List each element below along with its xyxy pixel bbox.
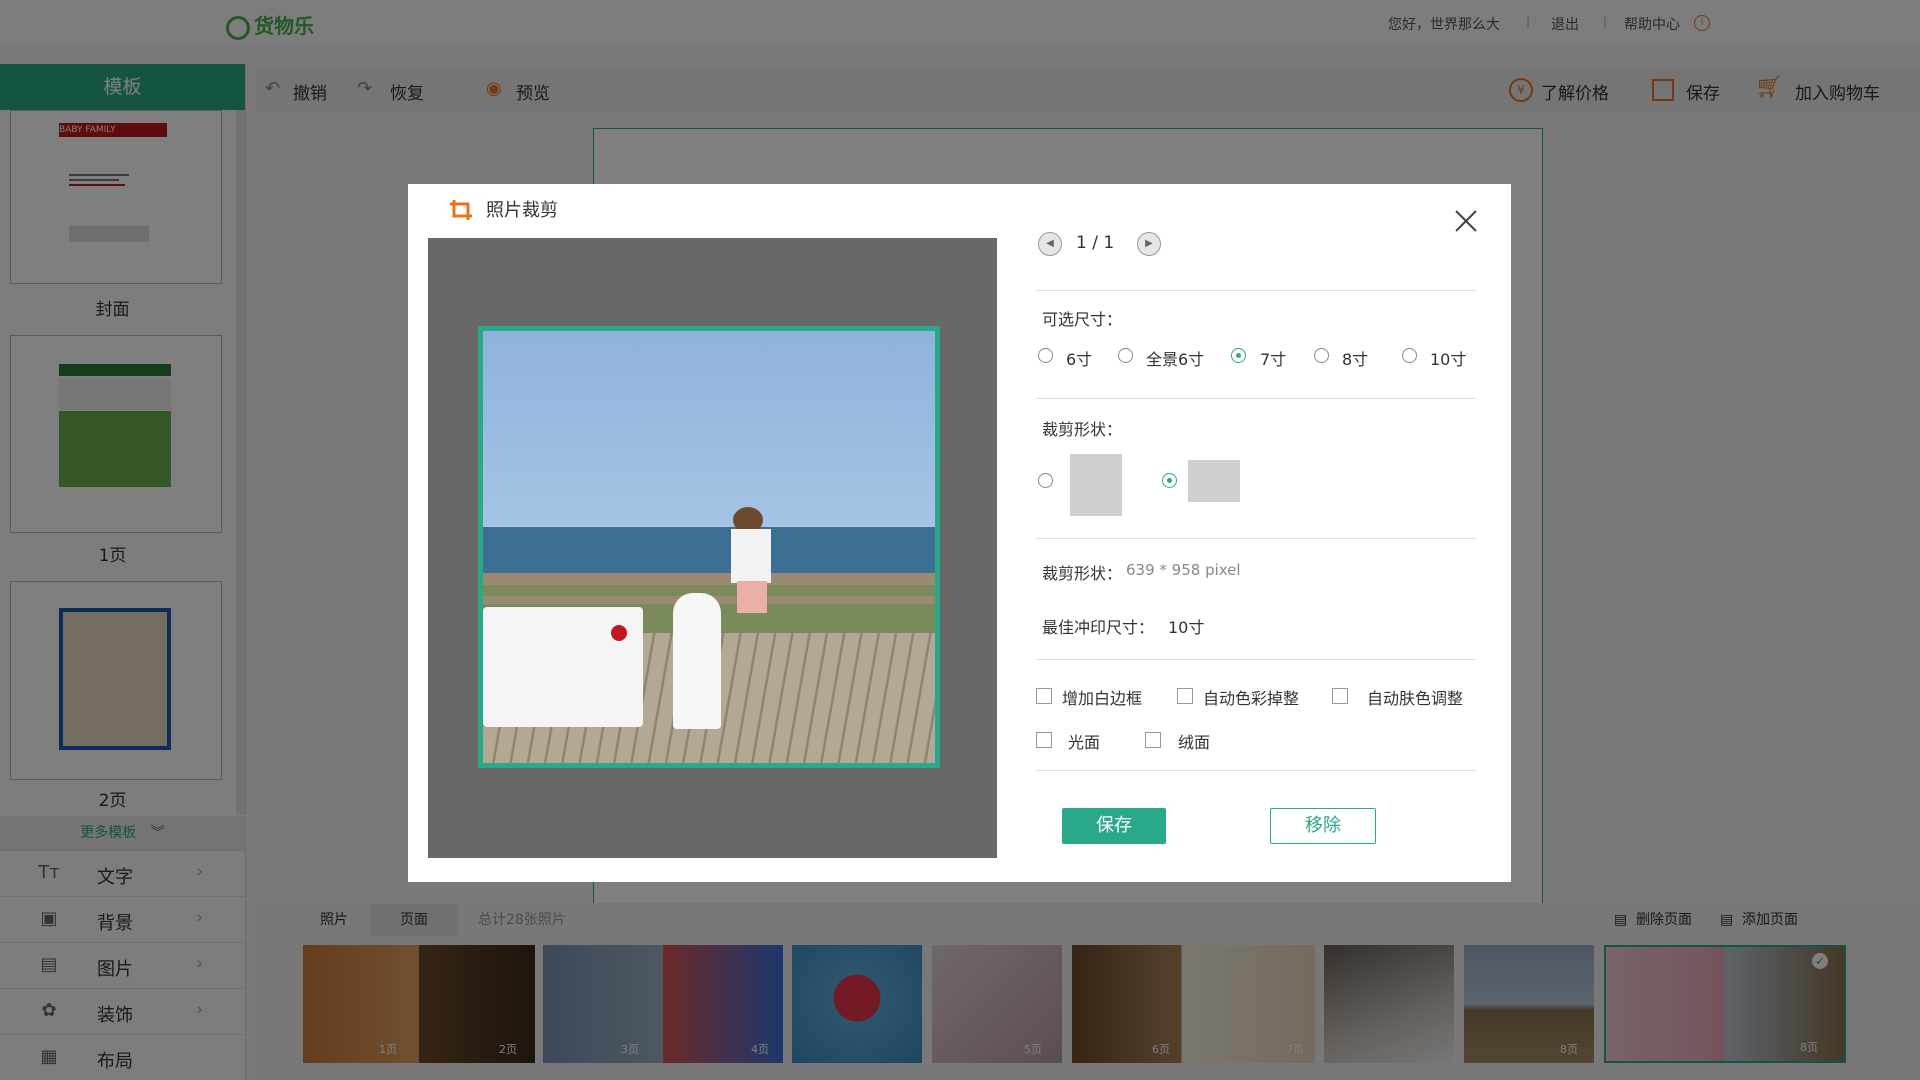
white-border-label[interactable]: 增加白边框	[1062, 685, 1142, 709]
size-radio-10[interactable]	[1402, 348, 1417, 363]
shape-radio-landscape[interactable]	[1162, 473, 1177, 488]
flower	[611, 625, 627, 641]
prev-icon[interactable]: ◀	[1038, 232, 1062, 256]
dialog-title: 照片裁剪	[486, 200, 558, 221]
size-radio-8[interactable]	[1314, 348, 1329, 363]
divider	[1036, 659, 1476, 660]
auto-skin-checkbox[interactable]	[1332, 688, 1348, 704]
crop-info-value: 639 * 958 pixel	[1126, 561, 1241, 579]
rail-top	[483, 573, 935, 585]
shape-portrait[interactable]	[1070, 454, 1122, 516]
child-pants	[737, 581, 767, 613]
close-icon[interactable]	[1451, 206, 1481, 236]
pager-text: 1 / 1	[1076, 233, 1115, 253]
crop-preview-area	[428, 238, 997, 858]
matte-checkbox[interactable]	[1145, 732, 1161, 748]
size-label: 可选尺寸：	[1042, 310, 1123, 329]
size-option-10[interactable]: 10寸	[1430, 346, 1466, 370]
chair	[673, 593, 721, 729]
size-radio-7[interactable]	[1231, 348, 1246, 363]
size-option-7[interactable]: 7寸	[1260, 346, 1286, 370]
divider	[1036, 398, 1476, 399]
dialog-remove-button[interactable]: 移除	[1270, 808, 1376, 844]
auto-skin-label[interactable]: 自动肤色调整	[1367, 685, 1463, 709]
best-size-label: 最佳冲印尺寸：	[1042, 618, 1155, 637]
white-border-checkbox[interactable]	[1036, 688, 1052, 704]
size-option-pano6[interactable]: 全景6寸	[1146, 346, 1204, 370]
shape-label: 裁剪形状：	[1042, 420, 1123, 439]
next-icon[interactable]: ▶	[1137, 232, 1161, 256]
crop-info-label: 裁剪形状：	[1042, 564, 1123, 583]
crop-photo[interactable]	[478, 326, 940, 768]
divider	[1036, 290, 1476, 291]
shape-landscape[interactable]	[1188, 460, 1240, 502]
divider	[1036, 770, 1476, 771]
shape-radio-portrait[interactable]	[1038, 473, 1053, 488]
photo-crop-dialog: 照片裁剪 ◀ 1 / 1 ▶ 可选尺寸： 6寸 全景6寸 7寸 8寸 10寸 裁…	[408, 184, 1511, 882]
size-option-6[interactable]: 6寸	[1066, 346, 1092, 370]
size-radio-pano6[interactable]	[1118, 348, 1133, 363]
size-radio-6[interactable]	[1038, 348, 1053, 363]
glossy-checkbox[interactable]	[1036, 732, 1052, 748]
size-option-8[interactable]: 8寸	[1342, 346, 1368, 370]
best-size-value: 10寸	[1168, 618, 1205, 637]
divider	[1036, 538, 1476, 539]
glossy-label[interactable]: 光面	[1068, 729, 1100, 753]
sea	[483, 527, 935, 573]
auto-color-checkbox[interactable]	[1177, 688, 1193, 704]
crop-icon	[450, 200, 472, 220]
child-shirt	[731, 529, 771, 583]
matte-label[interactable]: 绒面	[1178, 729, 1210, 753]
sky	[483, 331, 935, 531]
auto-color-label[interactable]: 自动色彩掉整	[1203, 685, 1299, 709]
dialog-save-button[interactable]: 保存	[1062, 808, 1166, 844]
